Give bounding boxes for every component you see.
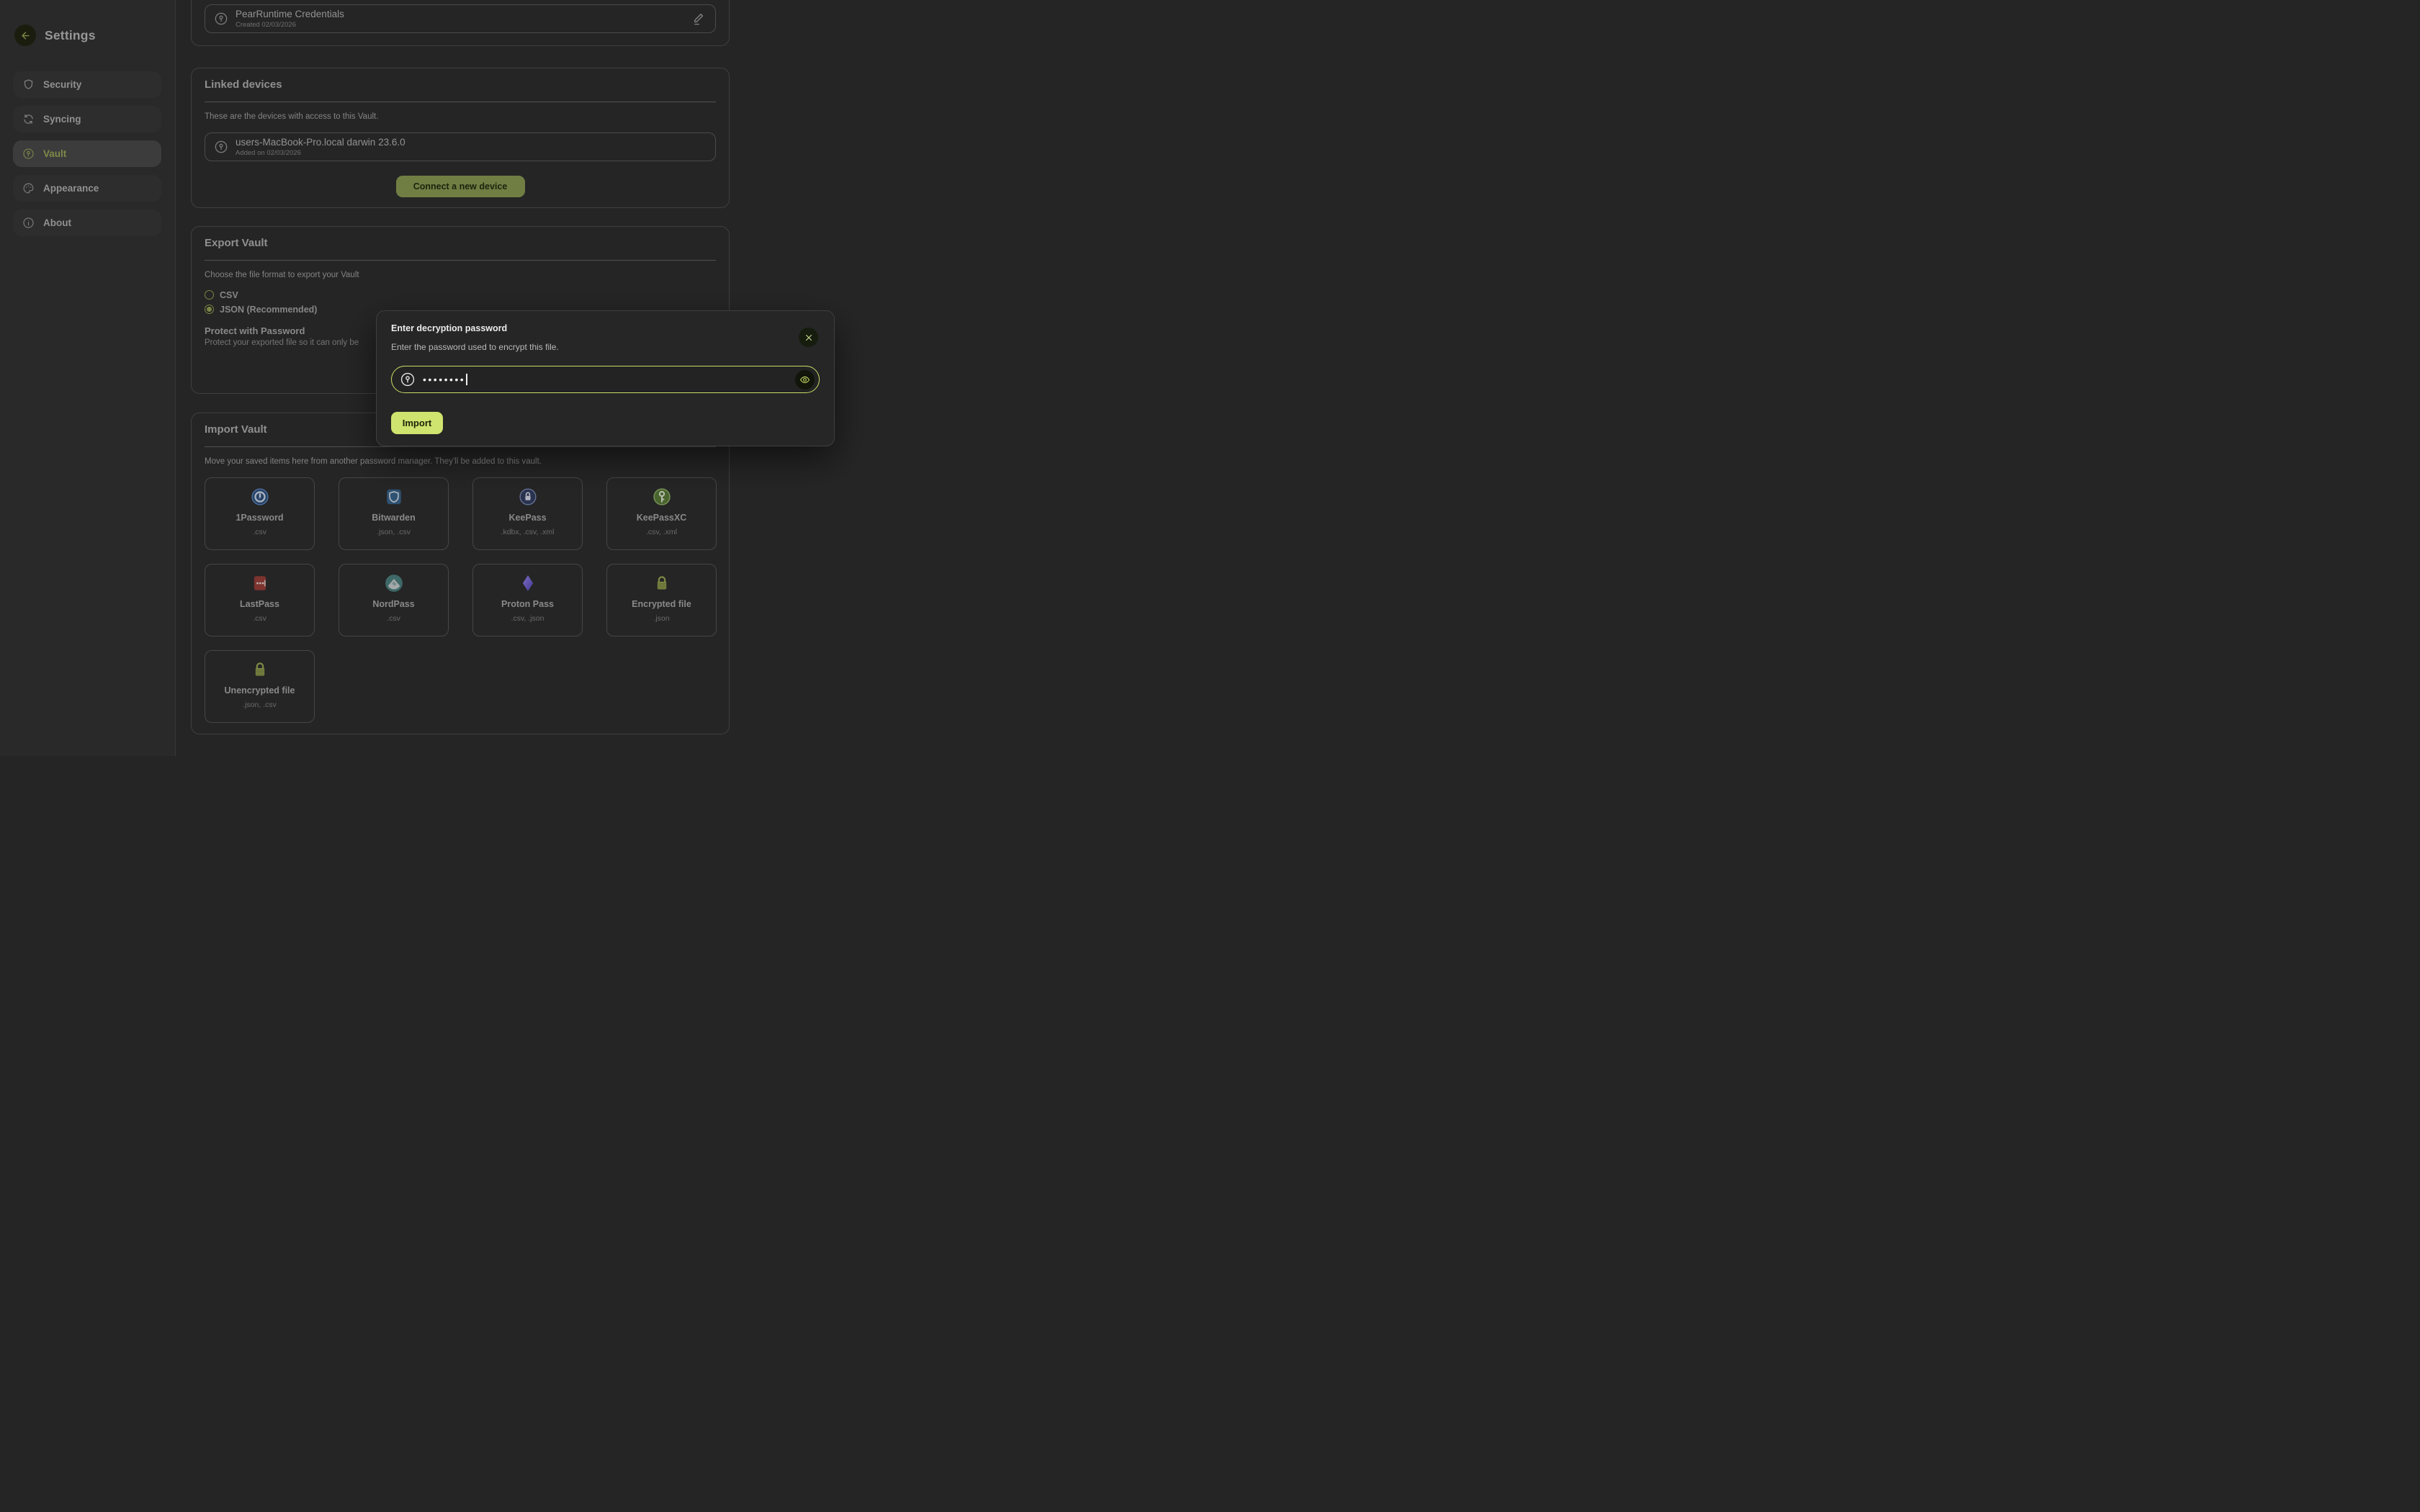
eye-icon bbox=[799, 374, 810, 385]
toggle-password-visibility-button[interactable] bbox=[795, 370, 815, 390]
close-modal-button[interactable] bbox=[799, 328, 818, 347]
modal-description: Enter the password used to encrypt this … bbox=[391, 342, 820, 352]
decryption-password-modal: Enter decryption password Enter the pass… bbox=[376, 310, 835, 446]
import-button[interactable]: Import bbox=[391, 412, 443, 434]
close-icon bbox=[805, 333, 813, 342]
key-icon bbox=[400, 372, 416, 387]
decryption-password-input[interactable]: •••••••• bbox=[391, 366, 820, 393]
text-caret bbox=[466, 374, 467, 385]
password-masked-value: •••••••• bbox=[423, 374, 465, 384]
modal-overlay bbox=[0, 0, 2420, 1512]
modal-title: Enter decryption password bbox=[391, 323, 820, 333]
